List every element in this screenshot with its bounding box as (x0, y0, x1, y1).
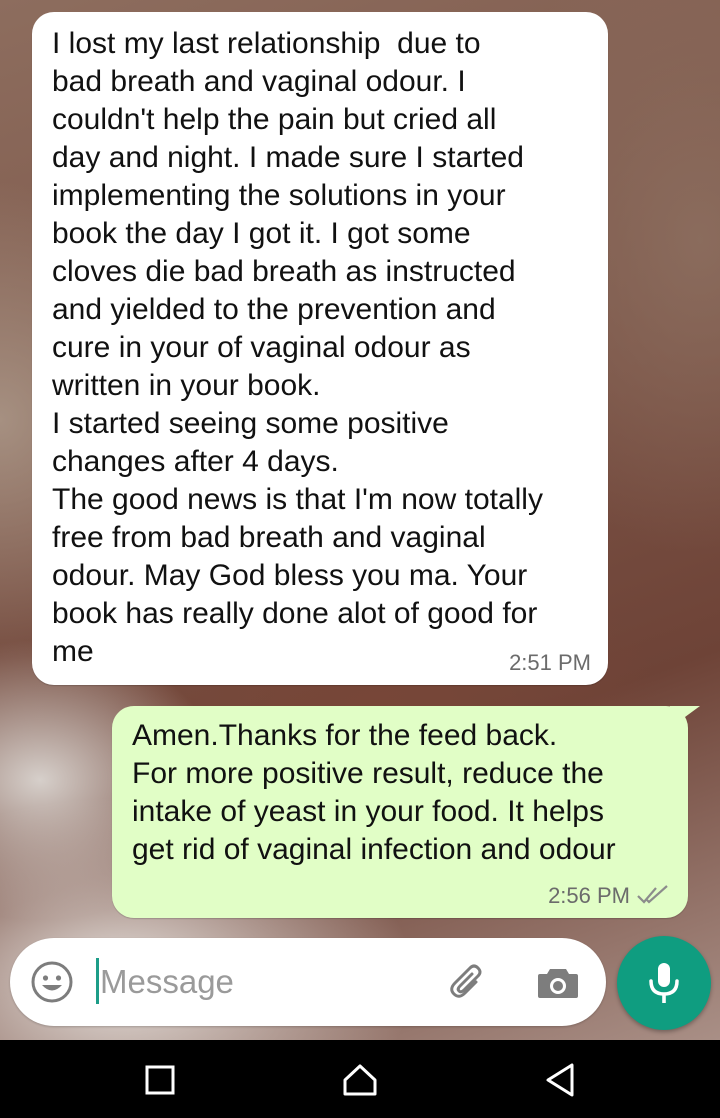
android-navigation-bar (0, 1040, 720, 1118)
double-check-icon (637, 885, 668, 904)
camera-icon[interactable] (536, 960, 580, 1004)
message-time: 2:56 PM (548, 883, 630, 908)
incoming-message-bubble[interactable]: I lost my last relationship due to bad b… (32, 12, 608, 685)
square-icon[interactable] (140, 1060, 180, 1100)
message-time: 2:51 PM (509, 650, 591, 675)
paperclip-icon[interactable] (446, 960, 490, 1004)
home-icon[interactable] (340, 1060, 380, 1100)
emoji-icon[interactable] (30, 960, 74, 1004)
message-text: I lost my last relationship due to bad b… (52, 27, 543, 668)
message-composer: Message (10, 938, 606, 1026)
message-text: Amen.Thanks for the feed back. For more … (132, 719, 616, 866)
message-input[interactable]: Message (100, 962, 234, 1002)
outgoing-message-bubble[interactable]: Amen.Thanks for the feed back. For more … (112, 706, 688, 918)
voice-record-button[interactable] (617, 936, 711, 1030)
text-cursor (96, 958, 99, 1004)
microphone-icon (649, 963, 679, 1003)
back-triangle-icon[interactable] (542, 1060, 582, 1100)
